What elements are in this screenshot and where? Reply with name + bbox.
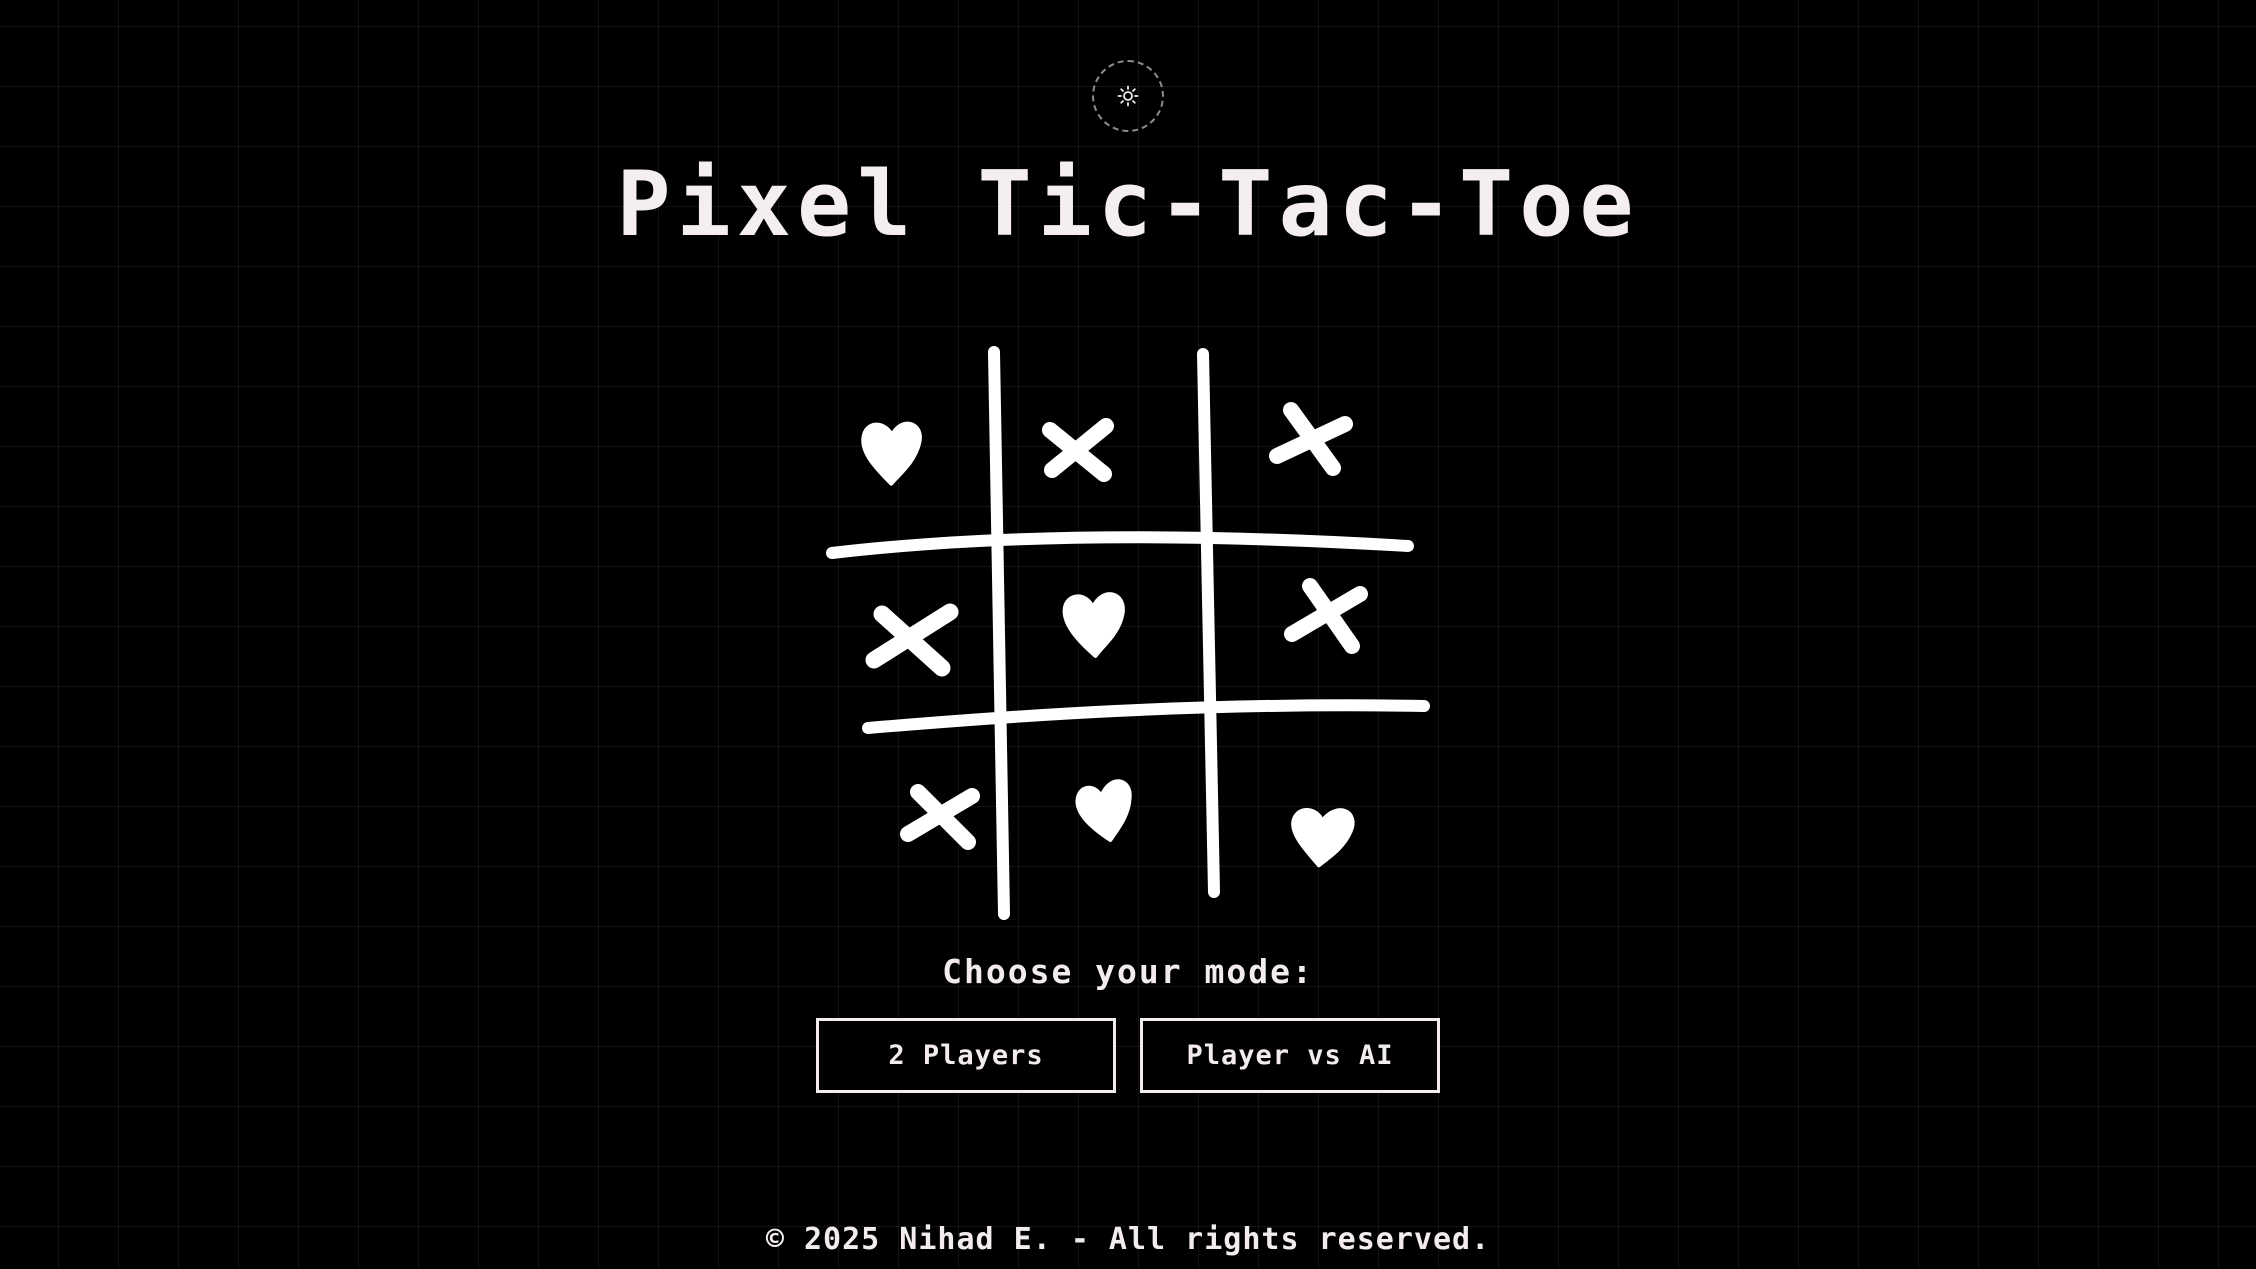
two-players-button[interactable]: 2 Players [816,1018,1116,1093]
page-title: Pixel Tic-Tac-Toe [616,152,1640,257]
footer-copyright: © 2025 Nihad E. - All rights reserved. [765,1222,1491,1257]
theme-toggle-button[interactable] [1092,60,1164,132]
sun-icon [1117,85,1139,107]
x-mark-icon [900,784,980,850]
heart-icon [861,421,922,486]
player-vs-ai-button[interactable]: Player vs AI [1140,1018,1440,1093]
grid-line-horizontal-2 [862,699,1430,734]
grid-line-vertical-2 [1197,348,1220,898]
mode-button-group: 2 Players Player vs AI [816,1018,1440,1093]
x-mark-icon [865,603,959,677]
x-mark-icon [1269,402,1353,476]
board-illustration [820,340,1440,930]
x-mark-icon [1284,578,1368,654]
grid-line-horizontal-1 [826,531,1414,559]
mode-prompt: Choose your mode: [942,952,1314,991]
grid-line-vertical-1 [988,346,1010,920]
heart-icon [1062,592,1125,658]
heart-icon [1075,779,1132,842]
heart-icon [1291,808,1355,868]
x-mark-icon [1042,418,1114,482]
